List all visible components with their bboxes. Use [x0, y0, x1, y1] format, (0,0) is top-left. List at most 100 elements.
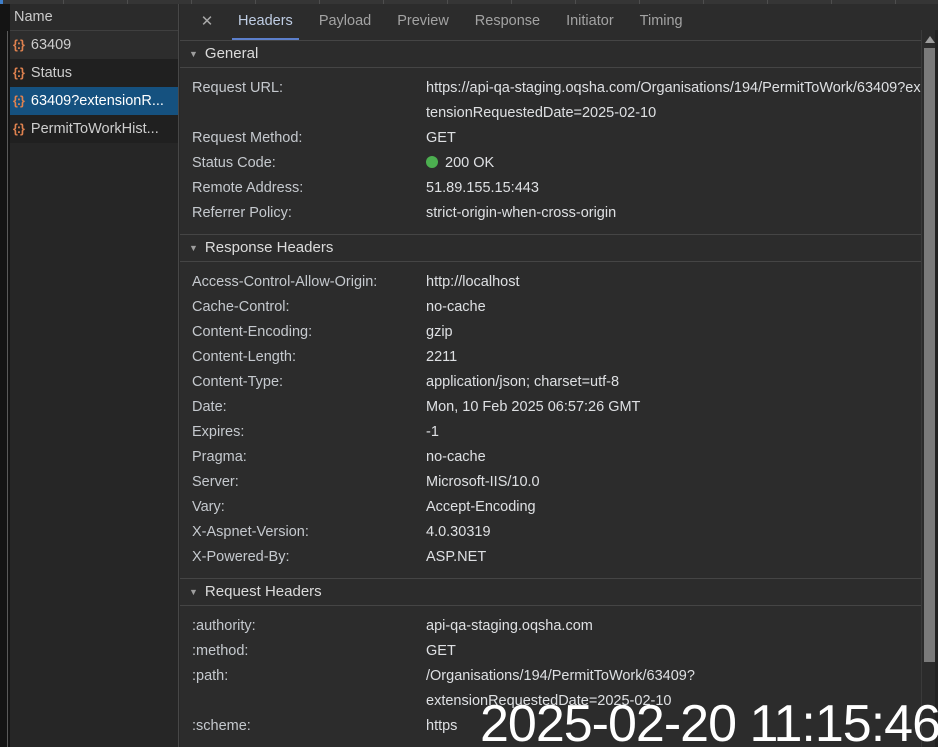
- header-key: Request Method:: [192, 126, 426, 151]
- json-braces-icon: {:}: [13, 66, 24, 80]
- header-value: Accept-Encoding: [426, 495, 922, 520]
- header-row: Date:Mon, 10 Feb 2025 06:57:26 GMT: [180, 395, 922, 420]
- tab-list: Headers Payload Preview Response Initiator Ti…: [218, 4, 689, 40]
- request-list-item[interactable]: {:}PermitToWorkHist...: [10, 115, 178, 143]
- value-text: 200 OK: [445, 155, 494, 171]
- request-list: {:}63409{:}Status{:}63409?extensionR...{…: [10, 31, 178, 143]
- section-header-request-headers[interactable]: ▼ Request Headers: [180, 578, 922, 606]
- header-key: Content-Encoding:: [192, 320, 426, 345]
- header-key: X-Powered-By:: [192, 545, 426, 570]
- devtools-network-panel: Name {:}63409{:}Status{:}63409?extension…: [0, 0, 938, 747]
- request-list-gutter: [0, 4, 10, 747]
- header-value: strict-origin-when-cross-origin: [426, 201, 922, 226]
- header-key: Content-Type:: [192, 370, 426, 395]
- status-ok-dot: [426, 156, 438, 168]
- value-text: 4.0.30319: [426, 524, 491, 540]
- scroll-up-arrow-icon[interactable]: [925, 36, 935, 43]
- header-row: Request Method:GET: [180, 126, 922, 151]
- value-text: ASP.NET: [426, 549, 486, 565]
- value-text: -1: [426, 424, 439, 440]
- tab-payload[interactable]: Payload: [313, 4, 377, 40]
- value-text: https://api-qa-staging.oqsha.com/Organis…: [426, 80, 921, 121]
- scrollbar-thumb[interactable]: [924, 48, 935, 662]
- detail-tab-bar: ✕ Headers Payload Preview Response Initiator…: [180, 4, 938, 40]
- request-list-item[interactable]: {:} Status: [10, 59, 178, 87]
- header-row: Content-Type:application/json; charset=u…: [180, 370, 922, 395]
- header-value: ASP.NET: [426, 545, 922, 570]
- tab-initiator[interactable]: Initiator: [560, 4, 620, 40]
- value-segment: /Organisations/194/PermitToWork/63409?: [426, 664, 695, 689]
- header-value: https://api-qa-staging.oqsha.com/Organis…: [426, 76, 922, 126]
- header-row: Content-Encoding:gzip: [180, 320, 922, 345]
- header-value: Microsoft-IIS/10.0: [426, 470, 922, 495]
- section-header-response-headers[interactable]: ▼ Response Headers: [180, 234, 922, 262]
- value-text: application/json; charset=utf-8: [426, 374, 619, 390]
- header-row: Request URL:https://api-qa-staging.oqsha…: [180, 76, 922, 126]
- close-icon[interactable]: ✕: [196, 4, 218, 40]
- header-key: Server:: [192, 470, 426, 495]
- value-text: https: [426, 718, 457, 734]
- value-text: no-cache: [426, 299, 486, 315]
- header-value: Mon, 10 Feb 2025 06:57:26 GMT: [426, 395, 922, 420]
- section-rows: Request URL:https://api-qa-staging.oqsha…: [180, 68, 922, 234]
- request-list-gutter-divider: [7, 31, 8, 747]
- section-header-general[interactable]: ▼General: [180, 40, 922, 68]
- header-key: Cache-Control:: [192, 295, 426, 320]
- vertical-scrollbar[interactable]: [921, 30, 938, 747]
- header-key: Pragma:: [192, 445, 426, 470]
- headers-scroll-area: ▼General Request URL:https://api-qa-stagi…: [180, 40, 922, 747]
- header-key: Expires:: [192, 420, 426, 445]
- header-key: Date:: [192, 395, 426, 420]
- value-text: http://localhost: [426, 274, 520, 290]
- header-value: application/json; charset=utf-8: [426, 370, 922, 395]
- header-value: 2211: [426, 345, 922, 370]
- tab-headers[interactable]: Headers: [232, 4, 299, 40]
- value-text: Microsoft-IIS/10.0: [426, 474, 540, 490]
- header-row: Status Code:200 OK: [180, 151, 922, 176]
- header-row: Vary:Accept-Encoding: [180, 495, 922, 520]
- header-value: GET: [426, 126, 922, 151]
- section-title: Request Headers: [205, 583, 322, 600]
- header-value: gzip: [426, 320, 922, 345]
- value-text: Mon, 10 Feb 2025 06:57:26 GMT: [426, 399, 640, 415]
- value-text: gzip: [426, 324, 453, 340]
- name-column-header[interactable]: Name: [10, 4, 178, 31]
- tab-timing[interactable]: Timing: [634, 4, 689, 40]
- header-value: 200 OK: [426, 151, 922, 176]
- value-text: no-cache: [426, 449, 486, 465]
- header-row: Cache-Control:no-cache: [180, 295, 922, 320]
- value-text: GET: [426, 130, 456, 146]
- json-braces-icon: {:}: [13, 94, 24, 108]
- request-list-item[interactable]: {:}63409?extensionR...: [10, 87, 178, 115]
- header-key: :authority:: [192, 614, 426, 639]
- header-row: :method:GET: [180, 639, 922, 664]
- header-value: api-qa-staging.oqsha.com: [426, 614, 922, 639]
- header-key: Access-Control-Allow-Origin:: [192, 270, 426, 295]
- section-rows: Access-Control-Allow-Origin:http://local…: [180, 262, 922, 578]
- tab-response[interactable]: Response: [469, 4, 546, 40]
- value-text: 2211: [426, 349, 457, 365]
- value-text: api-qa-staging.oqsha.com: [426, 618, 593, 634]
- header-key: Vary:: [192, 495, 426, 520]
- header-row: :authority:api-qa-staging.oqsha.com: [180, 614, 922, 639]
- collapse-triangle-icon: ▼: [189, 579, 198, 605]
- header-key: :scheme:: [192, 714, 426, 739]
- json-braces-icon: {:}: [13, 38, 24, 52]
- request-name-label: Status: [31, 65, 72, 81]
- header-value: no-cache: [426, 445, 922, 470]
- section-title: Response Headers: [205, 239, 333, 256]
- request-name-label: PermitToWorkHist...: [31, 121, 159, 137]
- header-key: :path:: [192, 664, 426, 714]
- header-row: Server:Microsoft-IIS/10.0: [180, 470, 922, 495]
- header-key: Remote Address:: [192, 176, 426, 201]
- header-sections: ▼General Request URL:https://api-qa-stagi…: [180, 40, 922, 747]
- header-value: GET: [426, 639, 922, 664]
- header-value: -1: [426, 420, 922, 445]
- header-key: Content-Length:: [192, 345, 426, 370]
- tab-preview[interactable]: Preview: [391, 4, 455, 40]
- header-row: Access-Control-Allow-Origin:http://local…: [180, 270, 922, 295]
- request-list-item[interactable]: {:}63409: [10, 31, 178, 59]
- header-key: X-Aspnet-Version:: [192, 520, 426, 545]
- collapse-triangle-icon: ▼: [189, 235, 198, 261]
- header-row: X-Powered-By:ASP.NET: [180, 545, 922, 570]
